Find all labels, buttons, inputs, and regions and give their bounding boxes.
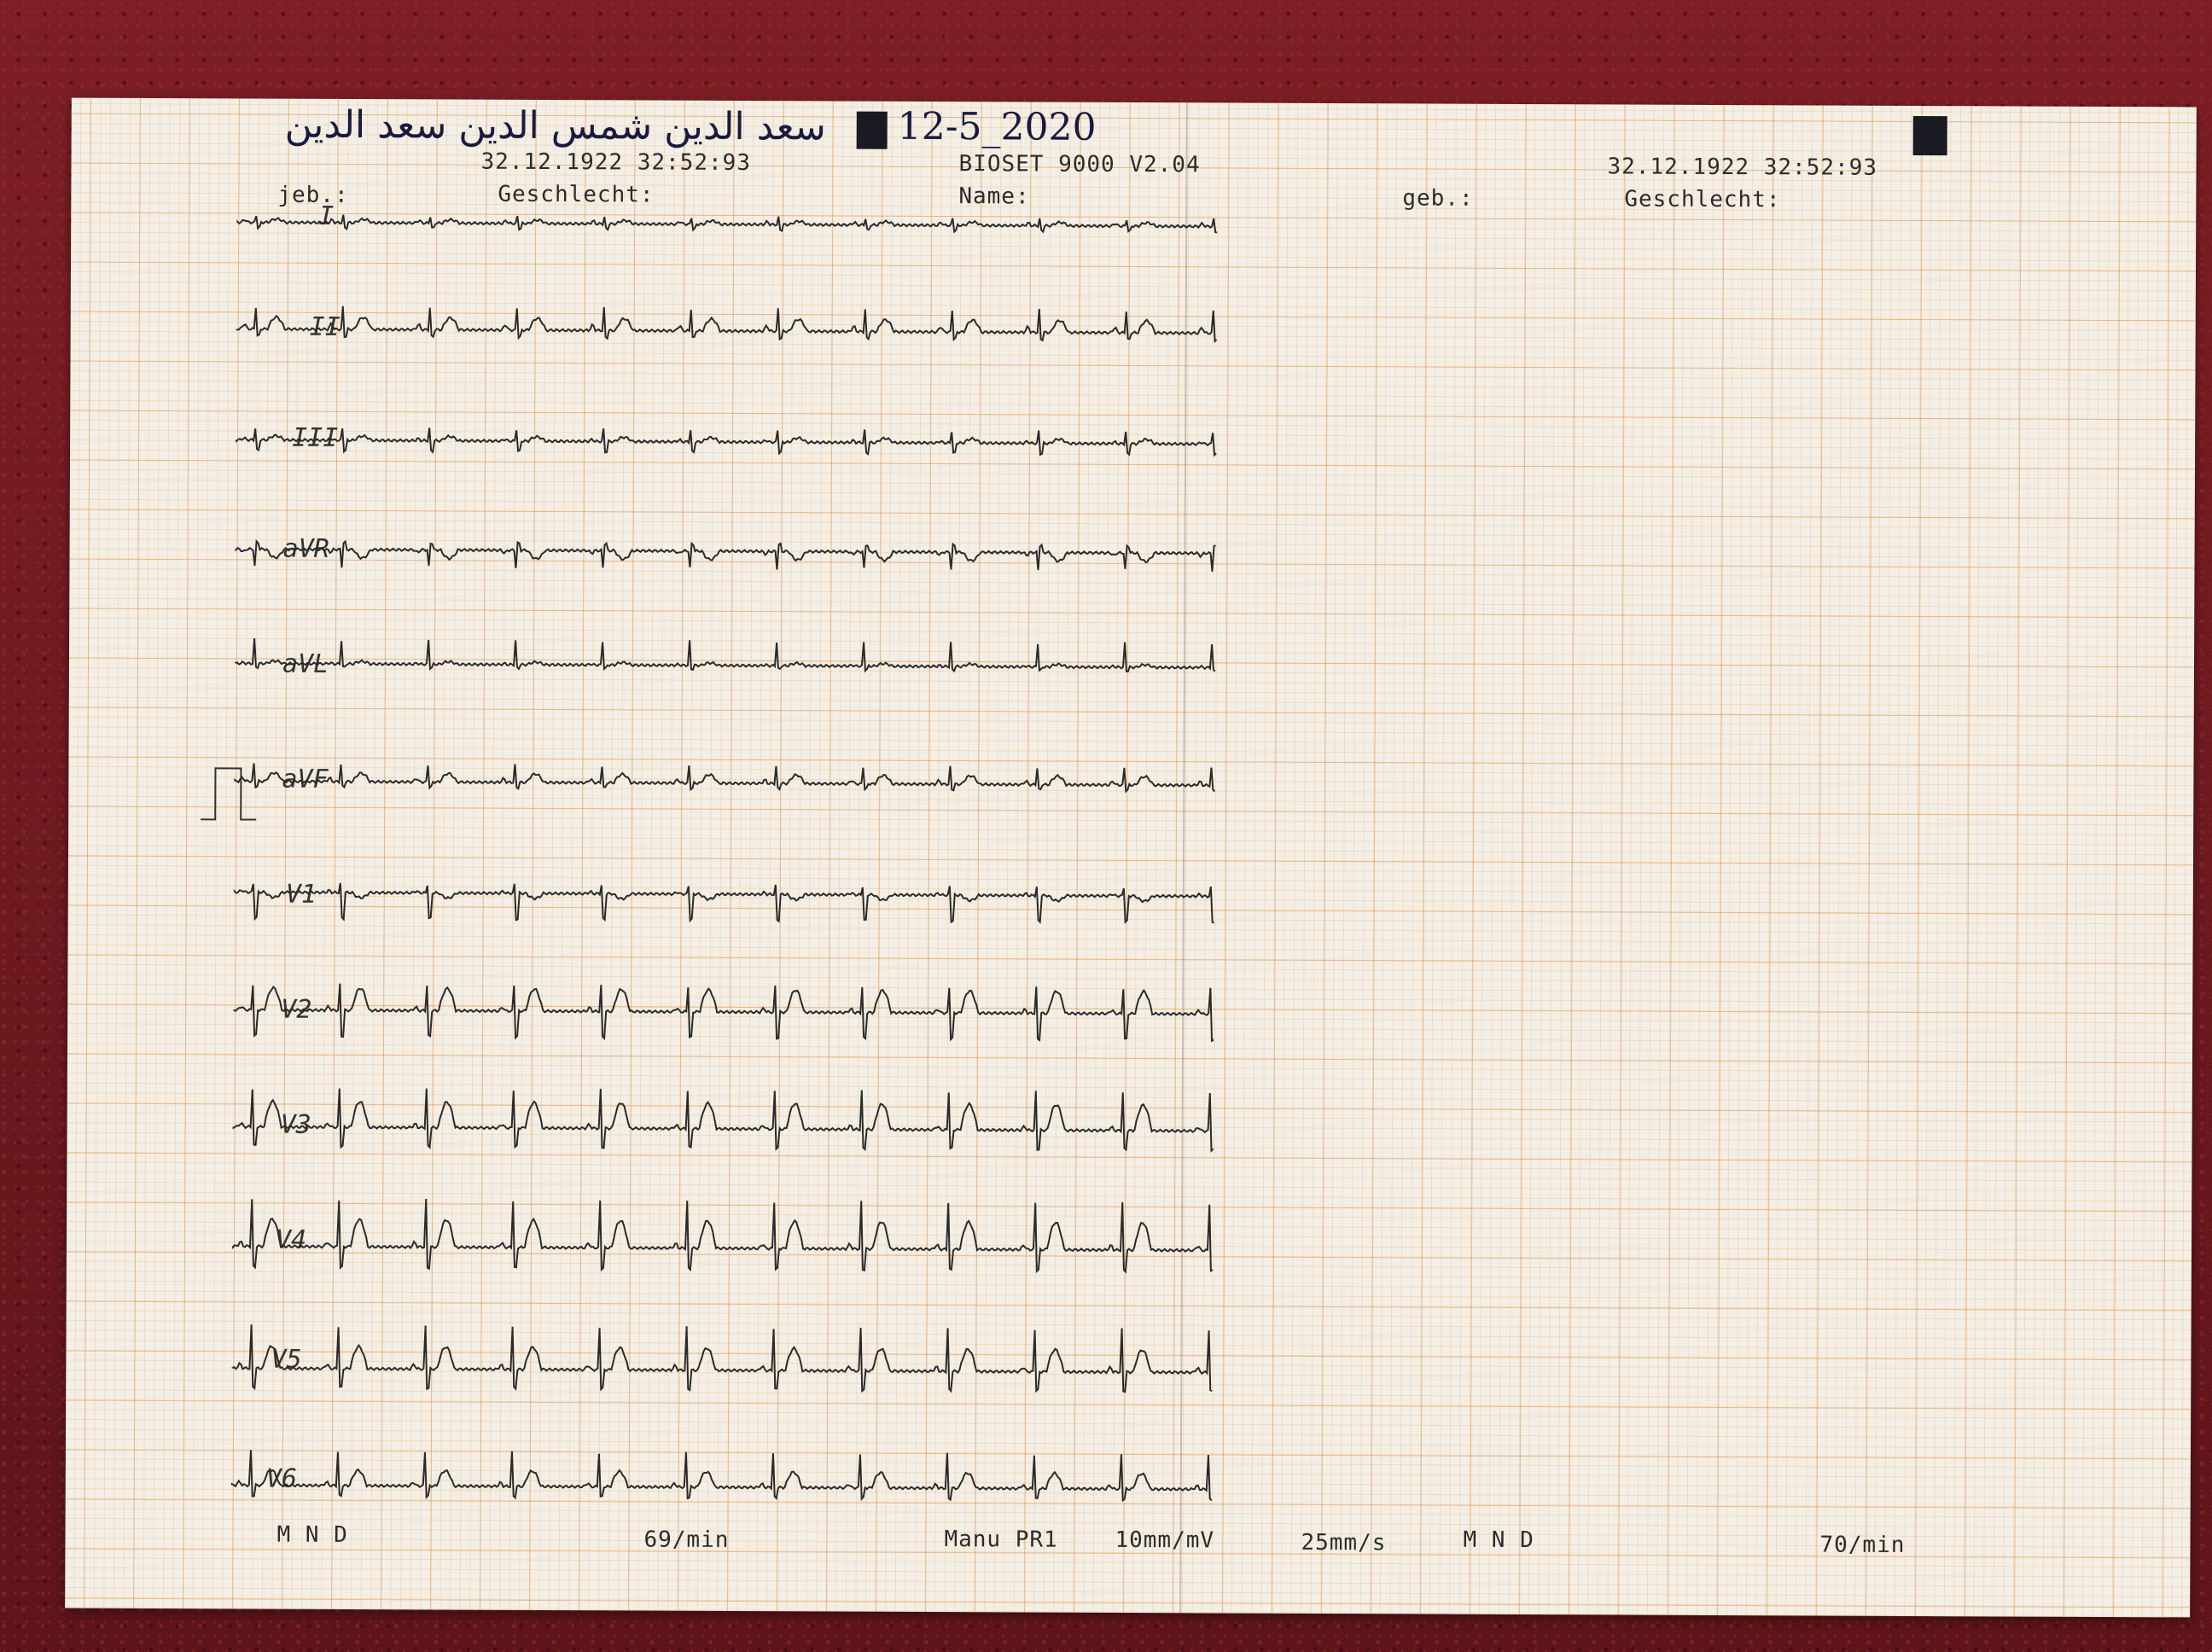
trace-I [236,214,1218,234]
footer-filter-right: M N D [1463,1527,1534,1554]
trace-V6 [230,1450,1213,1503]
trace-V2 [233,983,1214,1043]
footer-filter-left: M N D [276,1521,348,1549]
footer-rate-left: 69/min [643,1527,730,1553]
trace-aVL [234,638,1216,673]
footer-gain: 10mm/mV [1115,1527,1215,1554]
trace-V5 [231,1324,1213,1393]
ecg-paper: سعد الدين شمس الدين سعد الدين 12-5_2020 … [65,97,2197,1618]
trace-aVF [234,763,1216,794]
footer-mode: Manu PR1 [944,1527,1058,1553]
trace-V1 [233,882,1215,924]
trace-III [236,428,1217,457]
trace-V4 [231,1198,1214,1274]
trace-II [236,305,1218,343]
trace-V3 [232,1088,1214,1154]
trace-aVR [235,539,1216,572]
footer-speed: 25mm/s [1301,1529,1387,1556]
calibration-pulse [201,767,257,821]
ecg-traces [201,214,1218,1503]
footer-rate-right: 70/min [1819,1532,1906,1558]
